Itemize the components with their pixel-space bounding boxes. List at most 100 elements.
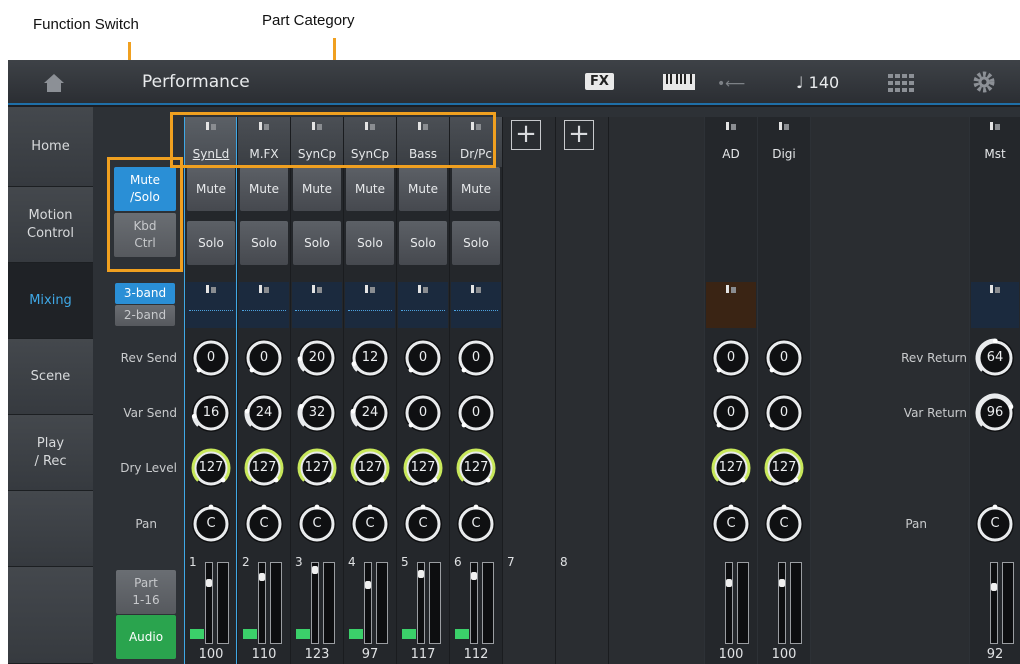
part-category-tab-4[interactable]: SynCp bbox=[344, 117, 396, 167]
rev-send-knob-3[interactable]: 20 bbox=[296, 337, 338, 379]
part-category-tab-3[interactable]: SynCp bbox=[291, 117, 343, 167]
gear-icon[interactable] bbox=[972, 70, 996, 94]
mute-button-5[interactable]: Mute bbox=[399, 167, 447, 211]
audio-dry-level-knob-1[interactable]: 127 bbox=[710, 447, 752, 489]
nav-mixing[interactable]: Mixing bbox=[8, 263, 93, 339]
eq-display-2[interactable] bbox=[239, 282, 289, 328]
var-send-knob-3[interactable]: 32 bbox=[296, 392, 338, 434]
audio-1-fader-track[interactable] bbox=[725, 562, 733, 644]
audio-var-send-knob-1[interactable]: 0 bbox=[710, 392, 752, 434]
master-fader-handle[interactable] bbox=[991, 583, 997, 592]
audio-var-send-knob-2[interactable]: 0 bbox=[763, 392, 805, 434]
master-fader-track[interactable] bbox=[990, 562, 998, 644]
mute-button-2[interactable]: Mute bbox=[240, 167, 288, 211]
mute-button-4[interactable]: Mute bbox=[346, 167, 394, 211]
function-switch-annotation: Function Switch bbox=[33, 16, 139, 33]
add-part-button-8[interactable]: + bbox=[564, 120, 594, 150]
pan-knob-6[interactable]: C bbox=[455, 503, 497, 545]
part-1-16-label: Part 1-16 bbox=[132, 576, 160, 607]
audio-switch[interactable]: Audio bbox=[116, 615, 176, 659]
rev-send-knob-4[interactable]: 12 bbox=[349, 337, 391, 379]
audio-1-fader-handle[interactable] bbox=[726, 578, 732, 587]
eq-3band-switch[interactable]: 3-band bbox=[115, 283, 175, 304]
audio-2-fader-handle[interactable] bbox=[779, 578, 785, 587]
eq-display-5[interactable] bbox=[398, 282, 448, 328]
dry-level-knob-2[interactable]: 127 bbox=[243, 447, 285, 489]
solo-button-3[interactable]: Solo bbox=[293, 221, 341, 265]
grid-icon[interactable] bbox=[888, 74, 914, 92]
rev-return-knob[interactable]: 64 bbox=[974, 337, 1016, 379]
part-category-tab-5[interactable]: Bass bbox=[397, 117, 449, 167]
var-send-knob-2[interactable]: 24 bbox=[243, 392, 285, 434]
pan-knob-4[interactable]: C bbox=[349, 503, 391, 545]
solo-button-5[interactable]: Solo bbox=[399, 221, 447, 265]
pan-knob-5[interactable]: C bbox=[402, 503, 444, 545]
dry-level-knob-6[interactable]: 127 bbox=[455, 447, 497, 489]
var-send-knob-5[interactable]: 0 bbox=[402, 392, 444, 434]
eq-display-6[interactable] bbox=[451, 282, 501, 328]
var-return-knob[interactable]: 96 bbox=[974, 392, 1016, 434]
rev-send-knob-2[interactable]: 0 bbox=[243, 337, 285, 379]
part-4-tab-meter-icon bbox=[365, 122, 375, 130]
part-2-fader-handle[interactable] bbox=[259, 573, 265, 582]
part-3-tab-meter-icon bbox=[312, 122, 322, 130]
page-title: Performance bbox=[142, 72, 250, 92]
audio-pan-knob-1[interactable]: C bbox=[710, 503, 752, 545]
solo-button-2[interactable]: Solo bbox=[240, 221, 288, 265]
nav-play-rec[interactable]: Play / Rec bbox=[8, 415, 93, 491]
solo-button-6[interactable]: Solo bbox=[452, 221, 500, 265]
nav-motion-control[interactable]: Motion Control bbox=[8, 187, 93, 263]
part-4-fader-track[interactable] bbox=[364, 562, 372, 644]
part-3-fader-track[interactable] bbox=[311, 562, 319, 644]
rev-send-knob-5[interactable]: 0 bbox=[402, 337, 444, 379]
master-pan-label: Pan bbox=[905, 517, 927, 531]
dry-level-knob-5[interactable]: 127 bbox=[402, 447, 444, 489]
var-return-label: Var Return bbox=[903, 406, 967, 420]
part-4-fader-handle[interactable] bbox=[365, 580, 371, 589]
audio-pan-knob-2[interactable]: C bbox=[763, 503, 805, 545]
part-2-fader-meter bbox=[270, 562, 282, 644]
eq-display-3[interactable] bbox=[292, 282, 342, 328]
part-4-fader-meter bbox=[376, 562, 388, 644]
var-send-knob-4[interactable]: 24 bbox=[349, 392, 391, 434]
master-pan-knob[interactable]: C bbox=[974, 503, 1016, 545]
part-1-16-switch[interactable]: Part 1-16 bbox=[116, 570, 176, 614]
part-category-tab-6[interactable]: Dr/Pc bbox=[450, 117, 502, 167]
mute-button-6[interactable]: Mute bbox=[452, 167, 500, 211]
part-volume-5: 117 bbox=[410, 647, 436, 662]
dry-level-knob-4[interactable]: 127 bbox=[349, 447, 391, 489]
home-button[interactable] bbox=[8, 60, 100, 105]
master-eq-display[interactable] bbox=[971, 282, 1019, 328]
eq-2band-switch[interactable]: 2-band bbox=[115, 305, 175, 326]
mute-solo-switch[interactable]: Mute /Solo bbox=[114, 167, 176, 211]
fx-button[interactable]: FX bbox=[585, 73, 614, 90]
audio-2-fader-track[interactable] bbox=[778, 562, 786, 644]
mute-button-3[interactable]: Mute bbox=[293, 167, 341, 211]
part-5-fader-handle[interactable] bbox=[418, 569, 424, 578]
rev-send-knob-6[interactable]: 0 bbox=[455, 337, 497, 379]
audio-tab-1[interactable]: AD bbox=[705, 117, 757, 167]
var-send-knob-6[interactable]: 0 bbox=[455, 392, 497, 434]
audio-rev-send-knob-1[interactable]: 0 bbox=[710, 337, 752, 379]
audio-rev-send-knob-2[interactable]: 0 bbox=[763, 337, 805, 379]
pan-knob-2[interactable]: C bbox=[243, 503, 285, 545]
audio-2-tab-meter-icon bbox=[779, 122, 789, 130]
master-tab[interactable]: Mst bbox=[970, 117, 1020, 167]
audio-dry-level-knob-2-value: 127 bbox=[771, 460, 797, 475]
solo-button-4[interactable]: Solo bbox=[346, 221, 394, 265]
part-6-fader-handle[interactable] bbox=[471, 572, 477, 581]
audio-eq-display[interactable] bbox=[706, 282, 756, 328]
audio-tab-2[interactable]: Digi bbox=[758, 117, 810, 167]
pan-knob-3[interactable]: C bbox=[296, 503, 338, 545]
column-divider bbox=[396, 117, 397, 664]
add-part-button-7[interactable]: + bbox=[511, 120, 541, 150]
part-category-tab-2[interactable]: M.FX bbox=[238, 117, 290, 167]
part-3-fader-handle[interactable] bbox=[312, 566, 318, 575]
eq-display-4[interactable] bbox=[345, 282, 395, 328]
dry-level-knob-3[interactable]: 127 bbox=[296, 447, 338, 489]
kbd-ctrl-switch[interactable]: Kbd Ctrl bbox=[114, 213, 176, 257]
tempo-display[interactable]: ♩ 140 bbox=[796, 73, 839, 92]
nav-home[interactable]: Home bbox=[8, 107, 93, 187]
nav-scene[interactable]: Scene bbox=[8, 339, 93, 415]
audio-dry-level-knob-2[interactable]: 127 bbox=[763, 447, 805, 489]
